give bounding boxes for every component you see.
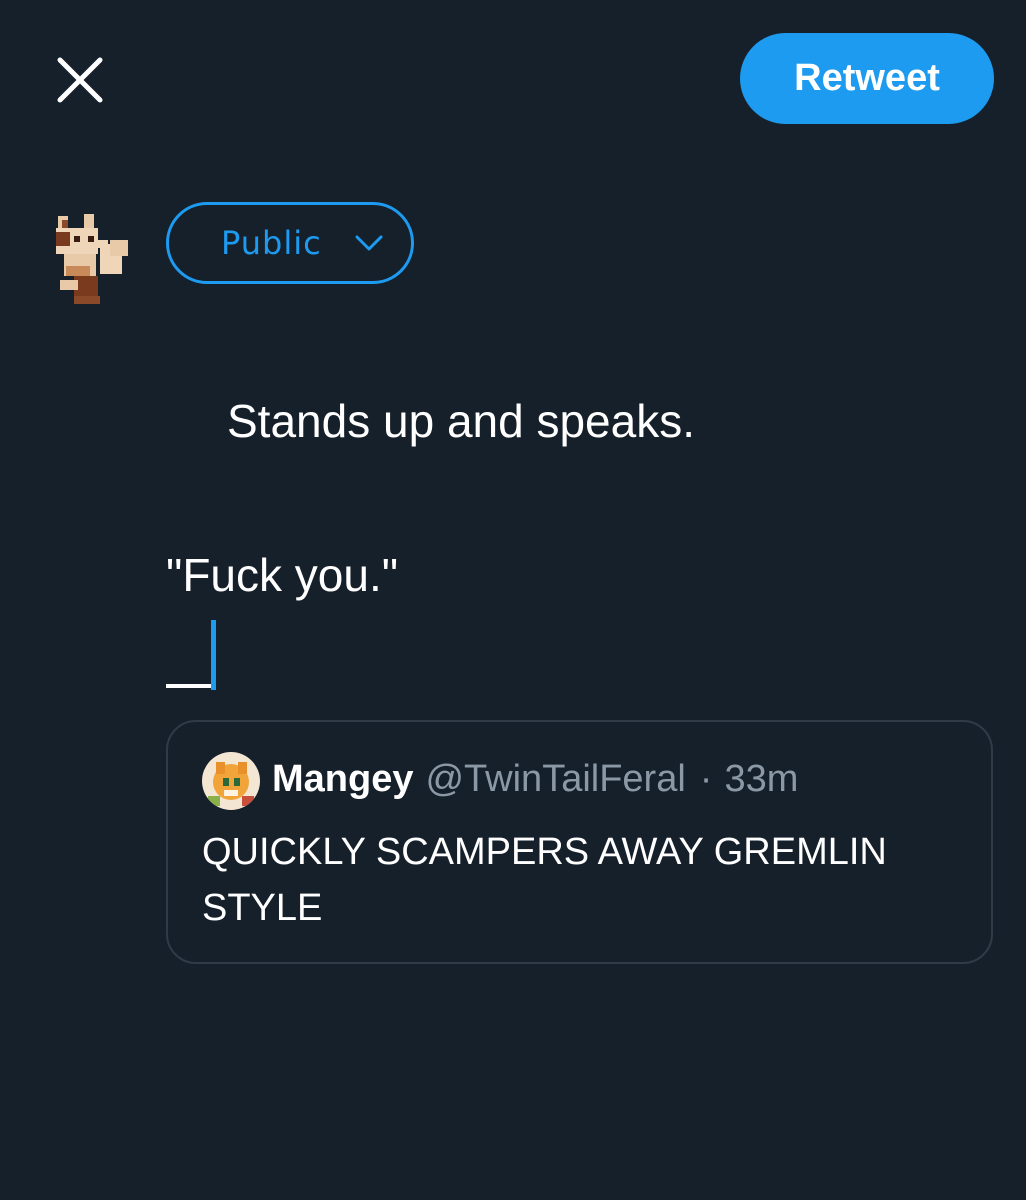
text-caret (211, 620, 216, 690)
quoted-tweet-card[interactable]: Mangey @TwinTailFeral · 33m QUICKLY SCAM… (166, 720, 993, 964)
quoted-tweet-name: Mangey (272, 758, 414, 800)
fox-avatar-icon (56, 214, 128, 304)
audience-selector[interactable]: Public (166, 202, 414, 284)
retweet-button[interactable]: Retweet (740, 33, 994, 124)
fox-avatar-icon (202, 752, 260, 810)
avatar[interactable] (44, 210, 134, 306)
quoted-tweet-time: 33m (724, 758, 799, 800)
close-icon (57, 57, 103, 103)
chevron-down-icon (355, 235, 383, 251)
compose-underscore (166, 684, 211, 688)
quoted-tweet-header: Mangey @TwinTailFeral · 33m (272, 758, 798, 801)
compose-text-line-1[interactable]: Stands up and speaks. (227, 394, 695, 448)
close-button[interactable] (50, 50, 110, 110)
quoted-tweet-avatar (202, 752, 260, 810)
audience-label: Public (221, 224, 322, 262)
quoted-tweet-text: QUICKLY SCAMPERS AWAY GREMLIN STYLE (202, 831, 887, 929)
compose-text-line-2[interactable]: "Fuck you." (166, 548, 398, 602)
quoted-tweet-separator: · (699, 758, 713, 800)
quoted-tweet-handle: @TwinTailFeral (425, 758, 686, 800)
